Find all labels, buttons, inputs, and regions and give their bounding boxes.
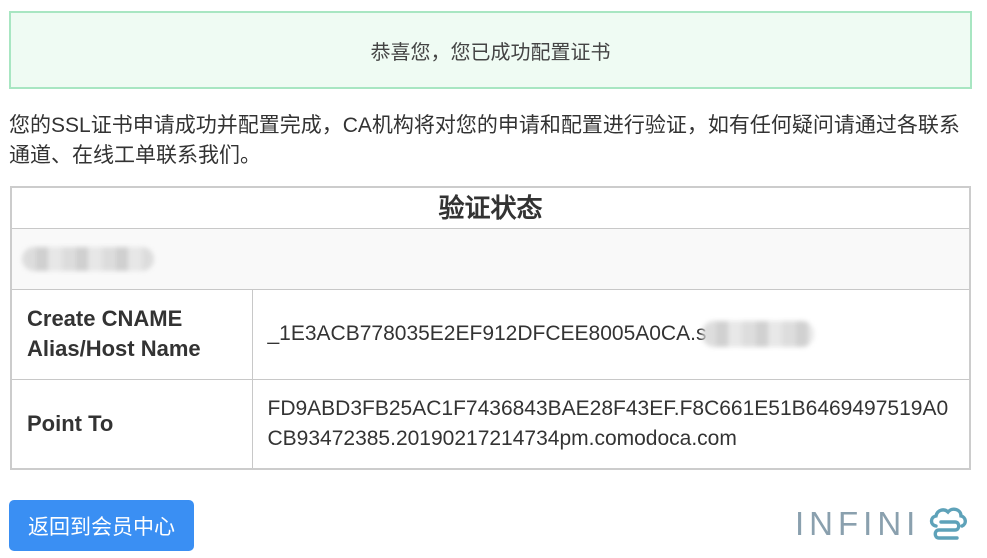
table-row-cname: Create CNAME Alias/Host Name _1E3ACB7780… (10, 288, 971, 380)
cname-label: Create CNAME Alias/Host Name (10, 288, 253, 380)
cname-value-cell: _1E3ACB778035E2EF912DFCEE8005A0CA.s (251, 288, 971, 380)
table-row-point-to: Point To FD9ABD3FB25AC1F7436843BAE28F43E… (10, 378, 971, 470)
back-to-member-center-button[interactable]: 返回到会员中心 (9, 500, 194, 551)
verification-status-table: 验证状态 Create CNAME Alias/Host Name _1E3AC… (10, 186, 971, 470)
success-alert: 恭喜您，您已成功配置证书 (9, 11, 972, 89)
table-header-row: 验证状态 (10, 186, 971, 229)
table-title: 验证状态 (10, 186, 971, 229)
point-to-label: Point To (10, 378, 253, 470)
table-row-domain (10, 227, 971, 290)
cname-value: _1E3ACB778035E2EF912DFCEE8005A0CA.s (267, 322, 707, 345)
cloud-icon (929, 507, 967, 540)
point-to-value: FD9ABD3FB25AC1F7436843BAE28F43EF.F8C661E… (251, 378, 971, 470)
logo-text: INFINI (795, 505, 921, 542)
cloud-icon-swirl (933, 520, 961, 540)
redacted-domain-blur (22, 246, 154, 271)
success-message: 恭喜您，您已成功配置证书 (370, 41, 611, 64)
redacted-host-blur (702, 321, 815, 348)
intro-text: 您的SSL证书申请成功并配置完成，CA机构将对您的申请和配置进行验证，如有任何疑… (9, 114, 960, 167)
redacted-domain-cell (10, 227, 971, 290)
